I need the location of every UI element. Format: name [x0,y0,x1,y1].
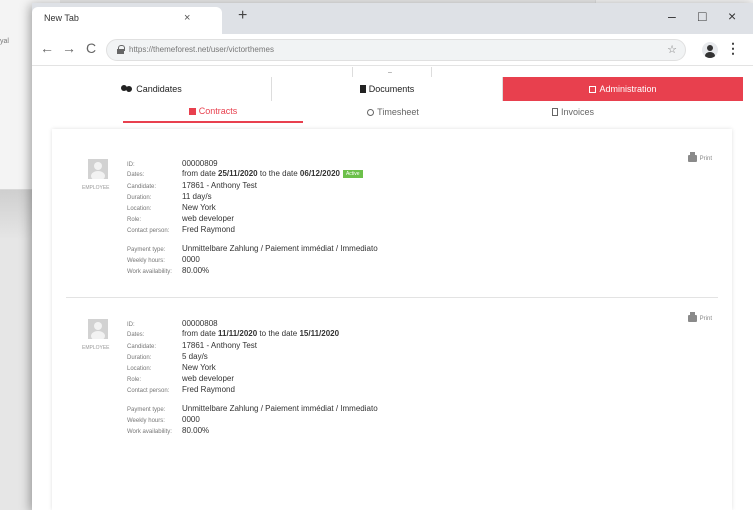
browser-menu-icon[interactable]: ⋮ [726,41,740,55]
users-icon [121,85,133,93]
candidate-name[interactable]: 17861 - Anthony Test [182,341,257,350]
bookmark-star-icon[interactable]: ☆ [667,43,677,56]
tab-strip: New Tab × + – □ × [32,3,753,34]
close-window-icon[interactable]: × [728,9,736,23]
contract-weekly-row: Weekly hours: 0000 [127,255,200,264]
new-tab-icon[interactable]: + [238,8,247,24]
reload-icon[interactable]: C [86,41,96,55]
nav-documents-label: Documents [368,84,415,94]
back-icon[interactable]: ← [40,41,54,55]
tab-timesheet[interactable]: Timesheet [303,101,483,123]
tab-timesheet-label: Timesheet [377,107,419,117]
contracts-panel: EMPLOYEE Print ID: 00000809 Dates: from da… [52,129,732,510]
address-bar[interactable]: https://themeforest.net/user/victortheme… [106,39,686,61]
contract-dates-row: Dates: from date 25/11/2020 to the date 0… [127,169,363,178]
contract-availability-row: Work availability: 80.00% [127,266,210,275]
contract-id: 00000808 [182,319,218,328]
url-text[interactable]: https://themeforest.net/user/victortheme… [129,45,274,54]
minimize-icon[interactable]: – [668,9,676,23]
candidate-name[interactable]: 17861 - Anthony Test [182,181,257,190]
tab-invoices[interactable]: Invoices [483,101,663,123]
tab-contracts[interactable]: Contracts [123,101,303,123]
contract-id: 00000809 [182,159,218,168]
contract-icon [188,107,196,115]
tab-contracts-label: Contracts [198,106,238,116]
print-icon [687,152,697,162]
status-badge: Active [342,170,363,178]
print-label: Print [699,315,712,322]
profile-avatar-icon[interactable] [702,42,718,58]
avatar-caption: EMPLOYEE [82,185,110,191]
nav-administration[interactable]: Administration [503,77,743,101]
contract-candidate-row: Candidate: 17861 - Anthony Test [127,341,258,350]
browser-window: New Tab × + – □ × ← → C https://themefor… [32,3,753,510]
date-to: 06/12/2020 [299,169,340,178]
contract-availability-row: Work availability: 80.00% [127,426,210,435]
nav-administration-label: Administration [599,84,657,94]
main-nav: Candidates Documents Administration [32,77,753,101]
background-text: yal [0,38,9,45]
invoice-icon [551,108,558,116]
print-button[interactable]: Print [687,152,712,162]
date-from: 11/11/2020 [218,329,258,338]
browser-toolbar: ← → C https://themeforest.net/user/victo… [32,34,753,66]
print-icon [687,312,697,322]
print-button[interactable]: Print [687,312,712,322]
admin-icon [589,85,597,93]
contract-card: EMPLOYEE Print ID: 00000808 Dates: from da… [82,312,712,485]
tab-invoices-label: Invoices [560,107,595,117]
contract-weekly-row: Weekly hours: 0000 [127,415,200,424]
nav-candidates[interactable]: Candidates [32,77,272,101]
nav-documents[interactable]: Documents [272,77,503,101]
nav-candidates-label: Candidates [136,84,182,94]
forward-icon[interactable]: → [62,41,76,55]
date-to: 15/11/2020 [299,329,340,338]
background-shadow [0,190,33,240]
contract-duration-row: Duration: 5 day/s [127,352,208,361]
contract-id-row: ID: 00000808 [127,319,218,328]
employee-avatar-icon [88,319,108,339]
contract-dates-row: Dates: from date 11/11/2020 to the date 1… [127,329,340,338]
document-icon [359,85,366,93]
date-from: 25/11/2020 [218,169,258,178]
print-label: Print [699,155,712,162]
contract-contact-row: Contact person: Fred Raymond [127,385,235,394]
contract-card: EMPLOYEE Print ID: 00000809 Dates: from da… [82,152,712,325]
clock-icon [367,108,375,116]
tab-close-icon[interactable]: × [184,12,190,24]
maximize-icon[interactable]: □ [698,9,706,23]
contract-duration-row: Duration: 11 day/s [127,192,212,201]
tab-title: New Tab [44,13,79,23]
contract-payment-row: Payment type: Unmittelbare Zahlung / Paie… [127,244,378,253]
contract-role-row: Role: web developer [127,214,235,223]
avatar-caption: EMPLOYEE [82,345,110,351]
browser-tab[interactable]: New Tab × [32,7,222,34]
contract-contact-row: Contact person: Fred Raymond [127,225,235,234]
employee-avatar-icon [88,159,108,179]
nav-top-divider [352,67,432,77]
contract-location-row: Location: New York [127,363,216,372]
contract-candidate-row: Candidate: 17861 - Anthony Test [127,181,258,190]
contract-location-row: Location: New York [127,203,216,212]
nav-top-mark: – [388,69,392,76]
contract-payment-row: Payment type: Unmittelbare Zahlung / Paie… [127,404,378,413]
lock-icon [117,45,125,54]
contract-role-row: Role: web developer [127,374,235,383]
card-divider [66,297,718,298]
sub-nav: Contracts Timesheet Invoices [32,101,753,123]
contract-id-row: ID: 00000809 [127,159,218,168]
